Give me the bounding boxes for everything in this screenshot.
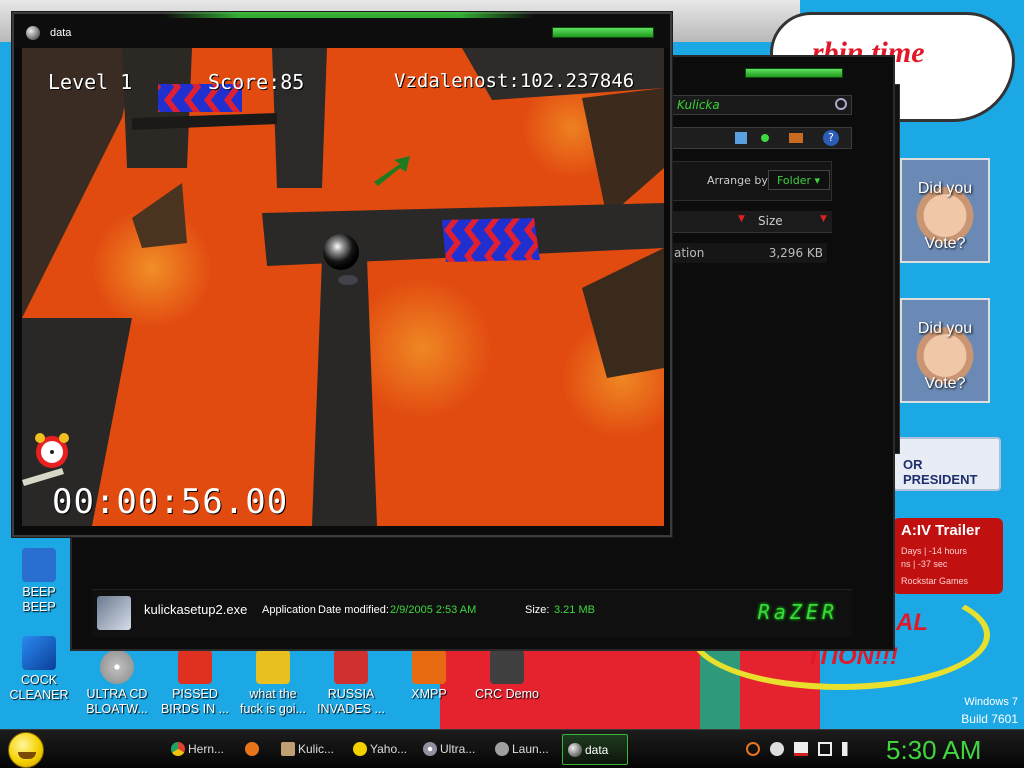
cd-icon bbox=[100, 650, 134, 684]
taskbar-item-launcher[interactable]: Laun... bbox=[490, 734, 556, 765]
news-icon bbox=[256, 650, 290, 684]
folder-icon bbox=[281, 742, 295, 756]
path-down bbox=[312, 258, 377, 526]
ball-shadow bbox=[338, 275, 358, 285]
details-pane: kulickasetup2.exe Application Date modif… bbox=[92, 589, 852, 637]
size-column-header[interactable]: Size bbox=[758, 214, 783, 228]
taskbar-item-yahoo[interactable]: Yaho... bbox=[348, 734, 414, 765]
game-scene bbox=[22, 48, 664, 526]
search-icon[interactable] bbox=[835, 98, 847, 110]
taskbar-item-chrome[interactable]: Hern... bbox=[166, 734, 236, 765]
razer-logo: RaZER bbox=[757, 600, 838, 624]
taskbar-item-firefox[interactable] bbox=[240, 734, 274, 765]
volume-icon[interactable] bbox=[842, 742, 856, 756]
smiley-icon bbox=[353, 742, 367, 756]
search-input[interactable]: Kulicka bbox=[672, 95, 852, 115]
timer-display: 00:00:56.00 bbox=[52, 482, 289, 522]
desktop-icon-xmpp[interactable]: XMPP bbox=[390, 650, 468, 702]
taskbar-clock[interactable]: 5:30 AM bbox=[886, 735, 981, 766]
vote-ad-1: Did you Vote? bbox=[900, 158, 990, 263]
flag-icon bbox=[334, 650, 368, 684]
taskbar-item-kulicka[interactable]: Kulic... bbox=[276, 734, 342, 765]
window-controls[interactable] bbox=[745, 68, 843, 78]
details-date-label: Date modified: bbox=[318, 604, 389, 616]
desktop-icon-what[interactable]: what the fuck is goi... bbox=[234, 650, 312, 717]
edition-text-1: AL bbox=[896, 609, 928, 636]
ball bbox=[323, 234, 359, 270]
desktop-icon-birds[interactable]: PISSED BIRDS IN ... bbox=[156, 650, 234, 717]
view-icon[interactable] bbox=[735, 132, 747, 144]
trailer-ad: A:IV Trailer Days | -14 hours ns | -37 s… bbox=[893, 518, 1003, 594]
windows-version: Windows 7 bbox=[964, 696, 1018, 708]
help-icon[interactable]: ? bbox=[823, 130, 839, 146]
status-dot-icon bbox=[761, 134, 769, 142]
xmpp-icon bbox=[412, 650, 446, 684]
arrange-bar: Arrange by: Folder ▾ bbox=[672, 161, 832, 201]
ball-app-icon bbox=[568, 743, 582, 757]
network-icon[interactable] bbox=[818, 742, 832, 756]
program-icon bbox=[490, 650, 524, 684]
boost-pad bbox=[442, 218, 540, 262]
desktop-icon-ultra-cd[interactable]: ULTRA CD BLOATW... bbox=[78, 650, 156, 717]
desktop-icon-beep-beep[interactable]: BEEP BEEP bbox=[0, 548, 78, 615]
game-viewport[interactable]: Level 1 Score:85 Vzdalenost:102.237846 0… bbox=[22, 48, 664, 526]
taskbar-item-ultra[interactable]: Ultra... bbox=[418, 734, 486, 765]
details-size-label: Size: bbox=[525, 604, 550, 616]
distance-indicator: Vzdalenost:102.237846 bbox=[394, 70, 635, 92]
recycle-bin-icon bbox=[22, 636, 56, 670]
president-ad: OR PRESIDENT bbox=[893, 437, 1001, 491]
game-window: data Level 1 Score:85 Vzdalenost:102.237… bbox=[12, 12, 672, 537]
installer-icon bbox=[97, 596, 131, 630]
column-header: ▼ Size ▼ bbox=[672, 211, 832, 233]
desktop-icon-crc-demo[interactable]: CRC Demo bbox=[468, 650, 546, 702]
game-title-bar[interactable]: data bbox=[14, 12, 670, 48]
search-tray-icon[interactable] bbox=[746, 742, 760, 756]
arrange-dropdown[interactable]: Folder ▾ bbox=[768, 170, 830, 190]
launcher-icon bbox=[495, 742, 509, 756]
action-center-icon[interactable] bbox=[794, 742, 808, 756]
details-type: Application bbox=[262, 604, 316, 616]
size-sort-arrow-icon[interactable]: ▼ bbox=[820, 214, 827, 224]
status-tray-icon[interactable] bbox=[770, 742, 784, 756]
start-button[interactable] bbox=[8, 732, 44, 768]
desktop-icon-cleaner[interactable]: COCK CLEANER bbox=[0, 636, 78, 703]
level-indicator: Level 1 bbox=[48, 70, 133, 94]
desktop-icon-russia[interactable]: RUSSIA INVADES ... bbox=[312, 650, 390, 717]
explorer-toolbar: ? bbox=[672, 127, 852, 149]
disc-icon bbox=[423, 742, 437, 756]
lava-glow bbox=[352, 278, 492, 418]
folder-icon[interactable] bbox=[789, 133, 803, 143]
vote-ad-2: Did you Vote? bbox=[900, 298, 990, 403]
chrome-icon bbox=[171, 742, 185, 756]
ball-app-icon bbox=[26, 26, 40, 40]
details-date: 2/9/2005 2:53 AM bbox=[390, 604, 477, 616]
beep-icon bbox=[22, 548, 56, 582]
window-controls[interactable] bbox=[552, 27, 654, 38]
file-row[interactable]: ation 3,296 KB bbox=[672, 243, 827, 263]
windows-build: Build 7601 bbox=[961, 712, 1018, 726]
sort-arrow-icon[interactable]: ▼ bbox=[738, 214, 745, 224]
taskbar-item-data[interactable]: data bbox=[562, 734, 628, 765]
taskbar: Hern... Kulic... Yaho... Ultra... Laun..… bbox=[0, 729, 1024, 768]
firefox-icon bbox=[245, 742, 259, 756]
score-indicator: Score:85 bbox=[208, 70, 305, 94]
bird-icon bbox=[178, 650, 212, 684]
details-filename: kulickasetup2.exe bbox=[144, 602, 248, 617]
game-window-title: data bbox=[50, 27, 72, 39]
path-top-center bbox=[272, 48, 327, 188]
details-size: 3.21 MB bbox=[554, 604, 595, 616]
